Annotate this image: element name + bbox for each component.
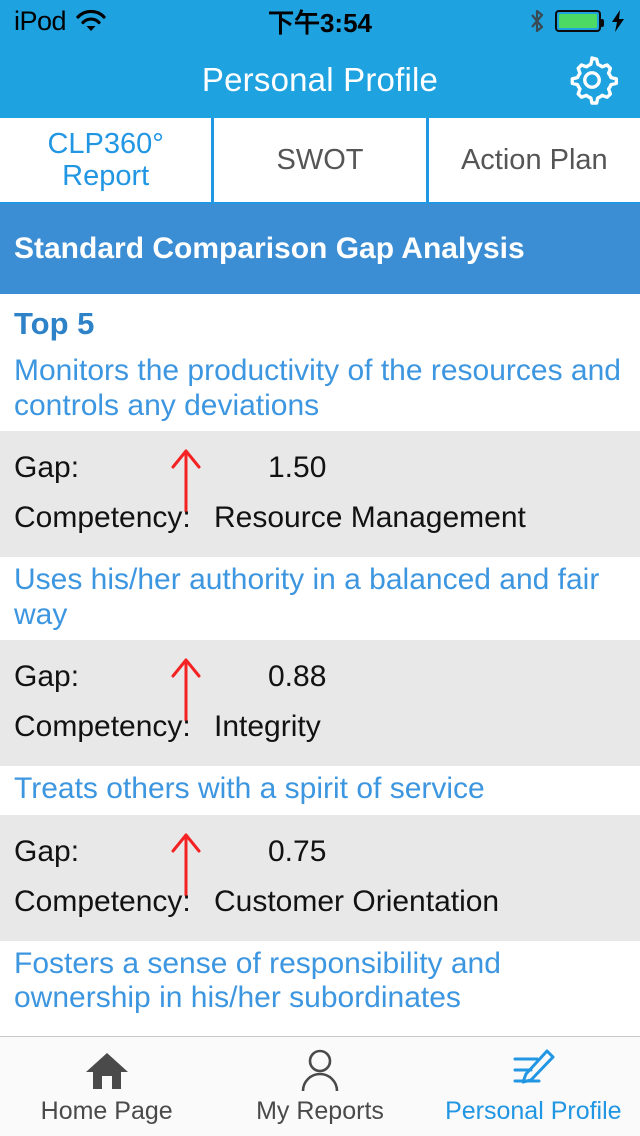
item-title[interactable]: Fosters a sense of responsibility and ow… (0, 940, 640, 1024)
tabbar-item-my-reports[interactable]: My Reports (213, 1037, 426, 1136)
app-root: iPod 下午3:54 Personal Profile CLP360° Rep… (0, 0, 640, 1136)
item-card: Gap: 1.50 Competency: Resource Managemen… (0, 431, 640, 557)
navigation-bar: Personal Profile (0, 42, 640, 118)
tabbar-label: Personal Profile (445, 1097, 622, 1125)
bottom-tab-bar: Home Page My Reports Personal Profile (0, 1036, 640, 1136)
gap-row: Gap: 1.50 (14, 443, 626, 513)
gap-label: Gap: (14, 660, 80, 693)
wifi-icon (76, 9, 106, 31)
competency-value: Customer Orientation (214, 884, 500, 918)
tab-action-plan[interactable]: Action Plan (429, 118, 640, 202)
item-card: Gap: 0.88 Competency: Integrity (0, 640, 640, 766)
competency-row: Competency: Integrity (14, 702, 626, 752)
tabbar-label: Home Page (40, 1097, 173, 1125)
gap-label: Gap: (14, 834, 80, 868)
gear-icon[interactable] (566, 54, 618, 106)
item-title[interactable]: Treats others with a spirit of service (0, 766, 640, 815)
gap-label: Gap: (14, 451, 80, 484)
section-title-top5: Top 5 (14, 306, 95, 341)
charging-bolt-icon (612, 10, 624, 32)
competency-label: Competency: (14, 884, 191, 918)
competency-value: Resource Management (214, 501, 526, 534)
competency-label: Competency: (14, 710, 191, 743)
page-title: Personal Profile (201, 61, 439, 98)
carrier-label: iPod (14, 5, 67, 36)
gap-value: 0.75 (268, 834, 327, 868)
gap-row: Gap: 0.88 (14, 652, 626, 722)
person-icon (301, 1049, 339, 1092)
battery-charging-icon (555, 10, 604, 32)
section-banner: Standard Comparison Gap Analysis (0, 204, 640, 294)
item-title[interactable]: Monitors the productivity of the resourc… (0, 348, 640, 431)
tabbar-item-home-page[interactable]: Home Page (0, 1037, 213, 1136)
bluetooth-icon (531, 9, 544, 33)
tabbar-item-personal-profile[interactable]: Personal Profile (427, 1037, 640, 1136)
tab-swot[interactable]: SWOT (214, 118, 429, 202)
gap-row: Gap: 0.75 (14, 827, 626, 896)
edit-pencil-icon (513, 1049, 555, 1084)
competency-row: Competency: Resource Management (14, 493, 626, 543)
item-title[interactable]: Uses his/her authority in a balanced and… (0, 557, 640, 640)
report-tabs: CLP360° Report SWOT Action Plan (0, 118, 640, 204)
status-bar-left: iPod (14, 6, 106, 37)
gap-analysis-list[interactable]: Top 5 Monitors the productivity of the r… (0, 294, 640, 1036)
tab-clp360-report[interactable]: CLP360° Report (0, 118, 215, 202)
competency-value: Integrity (214, 710, 321, 743)
status-bar: iPod 下午3:54 (0, 0, 640, 42)
gap-value: 1.50 (268, 451, 327, 484)
tabbar-label: My Reports (256, 1097, 384, 1125)
status-bar-right (528, 8, 626, 34)
gap-value: 0.88 (268, 660, 327, 693)
home-icon (85, 1053, 128, 1089)
competency-label: Competency: (14, 501, 191, 534)
item-card: Gap: 0.75 Competency: Customer Orientati… (0, 814, 640, 941)
competency-row: Competency: Customer Orientation (14, 877, 626, 927)
